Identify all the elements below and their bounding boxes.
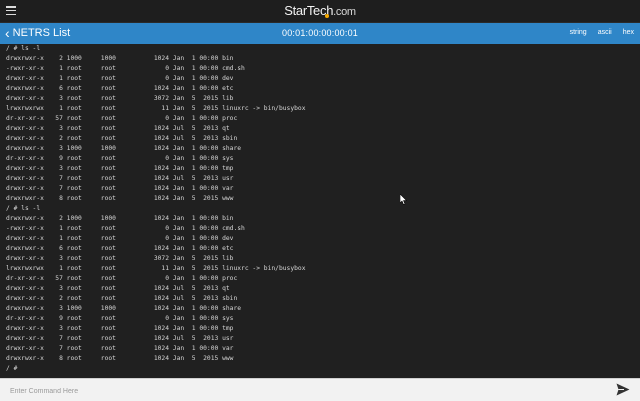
terminal-line: / # ls -l bbox=[6, 205, 41, 212]
terminal-line: dr-xr-xr-x 9 root root 0 Jan 1 00:00 sys bbox=[6, 155, 234, 162]
terminal-line: drwxr-xr-x 7 root root 1024 Jul 5 2013 u… bbox=[6, 175, 234, 182]
device-header: ‹ NETRS List 00:01:00:00:00:01 string as… bbox=[0, 23, 640, 44]
mode-ascii-tab[interactable]: ascii bbox=[598, 29, 612, 36]
terminal-line: drwxr-xr-x 3 root root 3072 Jan 5 2015 l… bbox=[6, 95, 234, 102]
terminal-line: lrwxrwxrwx 1 root root 11 Jan 5 2015 lin… bbox=[6, 265, 306, 272]
startech-logo: StarTech.com bbox=[0, 3, 640, 18]
terminal-line: / # ls -l bbox=[6, 45, 41, 52]
terminal-line: drwxrwxr-x 6 root root 1024 Jan 1 00:00 … bbox=[6, 245, 234, 252]
terminal-line: lrwxrwxrwx 1 root root 11 Jan 5 2015 lin… bbox=[6, 105, 306, 112]
terminal-line: drwxr-xr-x 3 root root 1024 Jan 1 00:00 … bbox=[6, 325, 234, 332]
terminal-line: drwxr-xr-x 1 root root 0 Jan 1 00:00 dev bbox=[6, 75, 234, 82]
terminal-line: / # bbox=[6, 365, 18, 372]
terminal-line: drwxrwxr-x 3 1000 1000 1024 Jan 1 00:00 … bbox=[6, 305, 242, 312]
terminal-line: dr-xr-xr-x 57 root root 0 Jan 1 00:00 pr… bbox=[6, 115, 238, 122]
mouse-pointer-icon bbox=[400, 194, 407, 205]
terminal-line: drwxr-xr-x 7 root root 1024 Jan 1 00:00 … bbox=[6, 185, 234, 192]
command-input[interactable] bbox=[8, 383, 602, 399]
terminal-line: dr-xr-xr-x 9 root root 0 Jan 1 00:00 sys bbox=[6, 315, 234, 322]
terminal-line: drwxr-xr-x 3 root root 1024 Jan 1 00:00 … bbox=[6, 165, 234, 172]
terminal-line: drwxr-xr-x 7 root root 1024 Jul 5 2013 u… bbox=[6, 335, 234, 342]
terminal-line: drwxr-xr-x 7 root root 1024 Jan 1 00:00 … bbox=[6, 345, 234, 352]
terminal-line: drwxr-xr-x 3 root root 1024 Jul 5 2013 q… bbox=[6, 125, 230, 132]
terminal-line: drwxr-xr-x 2 root root 1024 Jul 5 2013 s… bbox=[6, 135, 238, 142]
terminal-line: dr-xr-xr-x 57 root root 0 Jan 1 00:00 pr… bbox=[6, 275, 238, 282]
command-bar bbox=[0, 378, 640, 401]
terminal-line: -rwxr-xr-x 1 root root 0 Jan 1 00:00 cmd… bbox=[6, 65, 245, 72]
brand-suffix: .com bbox=[333, 6, 356, 18]
terminal-text: / # ls -l drwxrwxr-x 2 1000 1000 1024 Jan… bbox=[0, 44, 640, 374]
terminal-line: drwxrwxr-x 8 root root 1024 Jan 5 2015 w… bbox=[6, 195, 234, 202]
terminal-line: drwxrwxr-x 2 1000 1000 1024 Jan 1 00:00 … bbox=[6, 55, 234, 62]
display-mode-tabs: string ascii hex bbox=[570, 29, 634, 36]
brand-dot-icon bbox=[325, 14, 329, 18]
terminal-line: drwxr-xr-x 3 root root 1024 Jul 5 2013 q… bbox=[6, 285, 230, 292]
terminal-line: drwxrwxr-x 8 root root 1024 Jan 5 2015 w… bbox=[6, 355, 234, 362]
top-bar: StarTech.com bbox=[0, 0, 640, 23]
mode-string-tab[interactable]: string bbox=[570, 29, 587, 36]
terminal-output[interactable]: / # ls -l drwxrwxr-x 2 1000 1000 1024 Jan… bbox=[0, 44, 640, 378]
terminal-line: drwxr-xr-x 3 root root 3072 Jan 5 2015 l… bbox=[6, 255, 234, 262]
terminal-line: drwxrwxr-x 2 1000 1000 1024 Jan 1 00:00 … bbox=[6, 215, 234, 222]
send-icon[interactable] bbox=[616, 383, 630, 396]
terminal-line: drwxr-xr-x 1 root root 0 Jan 1 00:00 dev bbox=[6, 235, 234, 242]
terminal-line: drwxrwxr-x 3 1000 1000 1024 Jan 1 00:00 … bbox=[6, 145, 242, 152]
terminal-line: drwxr-xr-x 2 root root 1024 Jul 5 2013 s… bbox=[6, 295, 238, 302]
mode-hex-tab[interactable]: hex bbox=[623, 29, 634, 36]
device-id: 00:01:00:00:00:01 bbox=[282, 28, 358, 38]
terminal-line: drwxrwxr-x 6 root root 1024 Jan 1 00:00 … bbox=[6, 85, 234, 92]
terminal-line: -rwxr-xr-x 1 root root 0 Jan 1 00:00 cmd… bbox=[6, 225, 245, 232]
